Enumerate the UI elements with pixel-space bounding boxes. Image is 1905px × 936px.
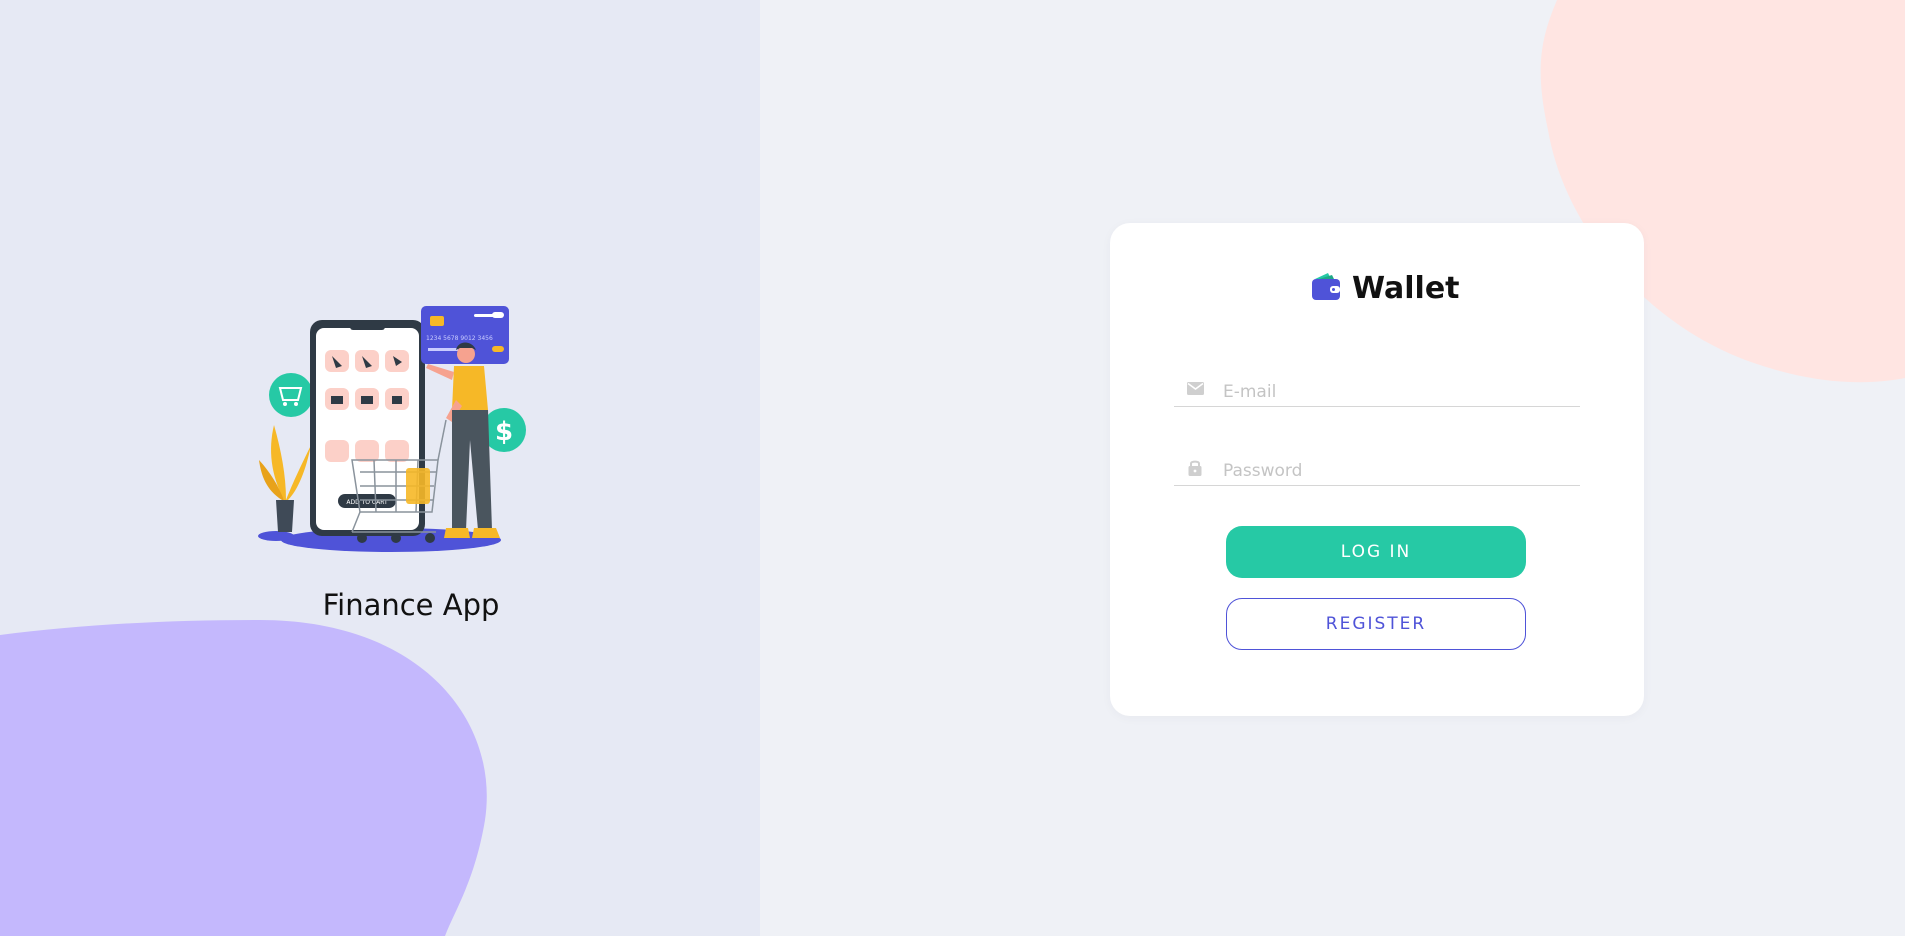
login-page: ADD TO CART 1234 5678 9012 3456 $ Financ… <box>0 0 1905 936</box>
password-field <box>1174 449 1580 486</box>
svg-text:$: $ <box>495 417 513 447</box>
shopping-app-illustration: ADD TO CART 1234 5678 9012 3456 $ <box>258 306 526 552</box>
email-field <box>1174 370 1580 407</box>
mail-icon <box>1186 379 1204 397</box>
brand-name: Wallet <box>1352 270 1460 306</box>
svg-text:1234 5678 9012 3456: 1234 5678 9012 3456 <box>426 335 493 342</box>
lock-icon <box>1186 458 1204 476</box>
register-button[interactable]: REGISTER <box>1226 598 1526 650</box>
brand: Wallet <box>1310 268 1460 308</box>
app-title: Finance App <box>322 588 500 622</box>
email-input[interactable] <box>1223 382 1563 402</box>
left-panel: ADD TO CART 1234 5678 9012 3456 $ Financ… <box>0 0 760 936</box>
login-card: Wallet LOG IN REGISTER <box>1110 223 1644 716</box>
login-button[interactable]: LOG IN <box>1226 526 1526 578</box>
password-input[interactable] <box>1223 461 1563 481</box>
wallet-icon <box>1310 270 1342 307</box>
